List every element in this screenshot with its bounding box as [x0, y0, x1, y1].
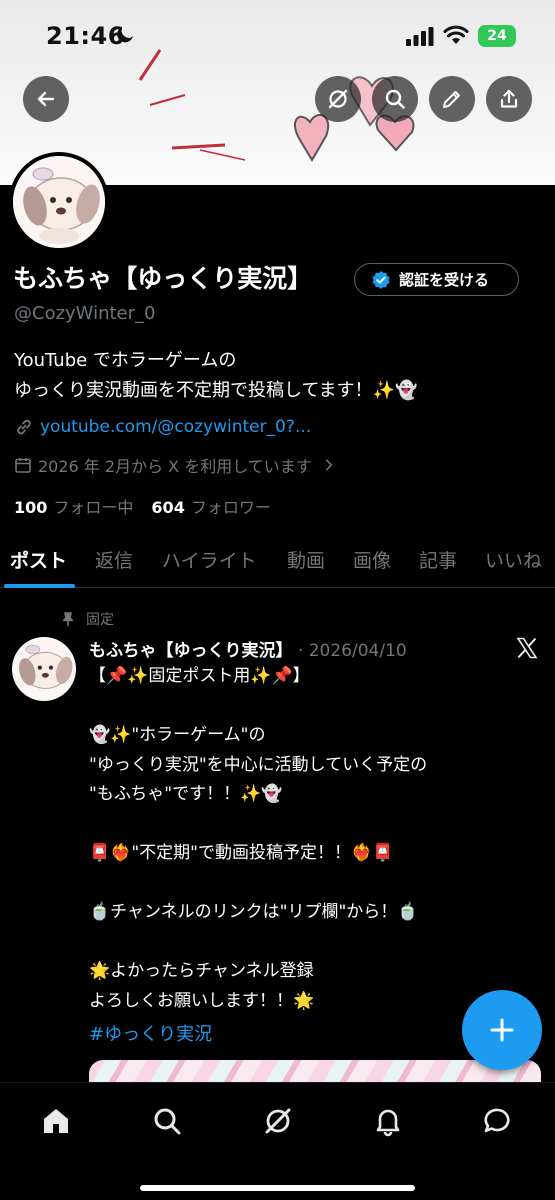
- notifications-icon: [376, 1109, 400, 1137]
- back-button[interactable]: [23, 76, 69, 122]
- bio-line: ゆっくり実況動画を不定期で投稿してます！✨👻: [14, 380, 418, 401]
- followers-link[interactable]: 604 フォロワー: [151, 494, 270, 518]
- post-header: もふちゃ【ゆっくり実況】 · 2026/04/10: [89, 636, 407, 661]
- profile-bio: YouTube でホラーゲームの ゆっくり実況動画を不定期で投稿してます！✨👻: [14, 346, 417, 406]
- pin-icon: [62, 612, 74, 626]
- grok-icon: [328, 89, 348, 109]
- calendar-icon: [15, 458, 31, 473]
- back-arrow-icon: [37, 91, 55, 107]
- profile-avatar[interactable]: [9, 152, 109, 252]
- nav-notifications[interactable]: [368, 1101, 408, 1141]
- tab-highlights[interactable]: ハイライト: [162, 546, 257, 573]
- tab-posts[interactable]: ポスト: [10, 546, 67, 573]
- pinned-label: 固定: [86, 612, 114, 628]
- home-indicator-bar: [140, 1185, 415, 1191]
- nav-grok[interactable]: [258, 1101, 298, 1141]
- post-date[interactable]: · 2026/04/10: [298, 641, 407, 661]
- share-icon: [500, 89, 518, 108]
- profile-handle: @CozyWinter_0: [14, 303, 156, 324]
- search-button[interactable]: [372, 76, 418, 122]
- profile-link-text[interactable]: youtube.com/@cozywinter_0?...: [40, 417, 311, 437]
- home-icon: [44, 1109, 68, 1133]
- share-button[interactable]: [486, 76, 532, 122]
- post-text: 【📌✨固定ポスト用✨📌】 👻✨"ホラーゲーム"の "ゆっくり実況"を中心に活動し…: [89, 666, 428, 1011]
- chevron-right-icon: [325, 459, 333, 471]
- tab-replies[interactable]: 返信: [95, 546, 133, 573]
- following-count: 100: [14, 498, 48, 517]
- x-logo-icon[interactable]: [515, 636, 539, 660]
- profile-tabs: ポスト 返信 ハイライト 動画 画像 記事 いいね: [0, 530, 555, 588]
- battery-level: 24: [487, 28, 507, 44]
- following-link[interactable]: 100 フォロー中: [14, 494, 133, 518]
- pinned-indicator: 固定: [60, 609, 114, 629]
- get-verified-button[interactable]: 認証を受ける: [354, 263, 519, 296]
- profile-name: もふちゃ【ゆっくり実況】: [13, 264, 313, 293]
- wifi-icon: [443, 25, 469, 44]
- bottom-navigation: [0, 1082, 555, 1200]
- status-bar: 21:46 24: [0, 0, 555, 70]
- search-icon: [154, 1108, 181, 1135]
- tab-likes[interactable]: いいね: [485, 546, 542, 573]
- following-label: フォロー中: [53, 498, 134, 517]
- compose-post-button[interactable]: [462, 990, 542, 1070]
- cellular-signal-icon: [406, 27, 434, 46]
- avatar-dog-illustration: [13, 156, 105, 248]
- followers-label: フォロワー: [190, 498, 271, 517]
- messages-icon: [484, 1108, 510, 1133]
- avatar-dog-illustration: [12, 637, 76, 701]
- nav-search[interactable]: [147, 1101, 187, 1141]
- join-date-text: 2026 年 2月から X を利用しています: [38, 457, 312, 476]
- link-icon: [17, 419, 31, 435]
- plus-icon: [490, 1018, 514, 1042]
- get-verified-label: 認証を受ける: [399, 271, 490, 289]
- tab-images[interactable]: 画像: [353, 546, 391, 573]
- battery-indicator: 24: [478, 25, 516, 47]
- post-author-avatar[interactable]: [12, 637, 76, 701]
- edit-button[interactable]: [429, 76, 475, 122]
- grok-button[interactable]: [315, 76, 361, 122]
- grok-icon: [265, 1108, 291, 1134]
- post-author-name[interactable]: もふちゃ【ゆっくり実況】: [89, 641, 293, 661]
- tab-articles[interactable]: 記事: [419, 546, 457, 573]
- followers-count: 604: [151, 498, 185, 517]
- bio-line: YouTube でホラーゲームの: [14, 350, 237, 371]
- focus-moon-icon: [117, 27, 133, 43]
- verified-badge-icon: [372, 270, 390, 289]
- edit-icon: [443, 91, 460, 108]
- follow-stats: 100 フォロー中 604 フォロワー: [14, 494, 271, 518]
- nav-home[interactable]: [36, 1101, 76, 1141]
- status-time: 21:46: [46, 22, 125, 50]
- tab-videos[interactable]: 動画: [287, 546, 325, 573]
- active-tab-indicator: [4, 584, 75, 588]
- profile-link[interactable]: youtube.com/@cozywinter_0?...: [14, 417, 311, 437]
- join-date-row[interactable]: 2026 年 2月から X を利用しています: [14, 453, 336, 477]
- nav-messages[interactable]: [478, 1101, 518, 1141]
- hashtag-link[interactable]: #ゆっくり実況: [89, 1020, 212, 1046]
- search-icon: [385, 89, 405, 109]
